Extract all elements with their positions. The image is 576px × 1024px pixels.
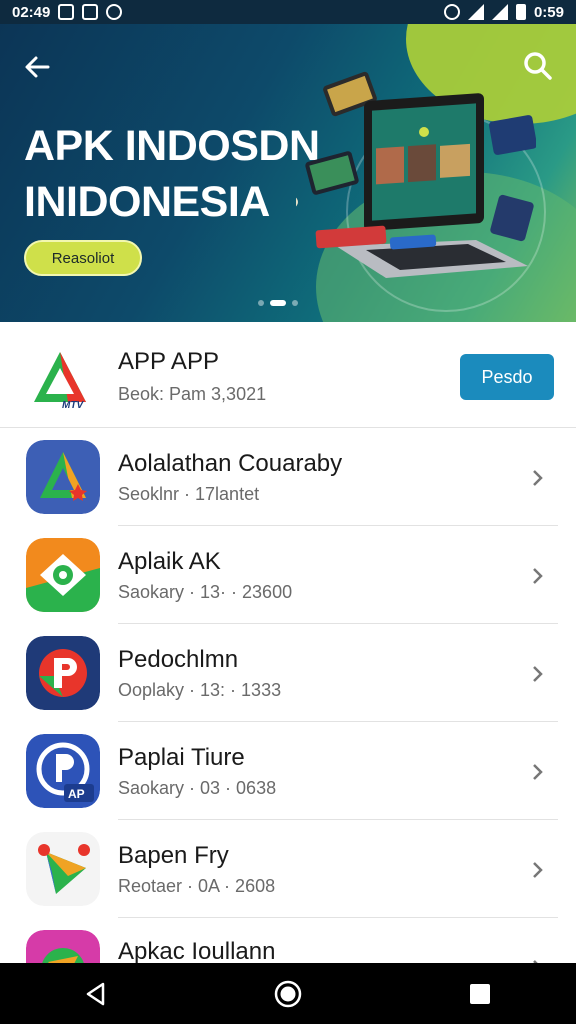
- battery-icon: [515, 4, 526, 20]
- back-arrow-icon[interactable]: [22, 52, 52, 82]
- nav-home-button[interactable]: [268, 974, 308, 1014]
- chevron-right-icon: [533, 568, 543, 584]
- chevron-right-icon: [533, 666, 543, 682]
- chevron-right-icon: [533, 764, 543, 780]
- install-button[interactable]: Pesdo: [460, 354, 554, 400]
- list-item[interactable]: AP Paplai Tiure Saokary · 03 · 0638: [0, 722, 576, 820]
- app-icon: [26, 832, 100, 906]
- wifi-icon: [467, 4, 484, 20]
- signal-icon: [491, 4, 508, 20]
- list-item[interactable]: Pedochlmn Ooplaky · 13: · 1333: [0, 624, 576, 722]
- notification-icon: [58, 4, 75, 20]
- nav-recents-button[interactable]: [460, 974, 500, 1014]
- status-time-right: 0:59: [533, 3, 564, 21]
- hero-title-line1: APK INDOSDN: [24, 122, 320, 170]
- notification-icon-2: [82, 4, 99, 20]
- status-bar: 02:49 0:59: [0, 0, 576, 24]
- notification-icon-3: [106, 4, 123, 20]
- svg-text:AP: AP: [68, 787, 85, 801]
- list-item-subtitle: Saokary · 03 · 0638: [118, 778, 277, 798]
- laptop-illustration: [296, 71, 536, 278]
- hero-cta-button[interactable]: Reasoliot: [24, 240, 142, 276]
- status-time-left: 02:49: [12, 3, 51, 21]
- list-item-title: Paplai Tiure: [118, 744, 245, 771]
- carousel-dot[interactable]: [258, 300, 264, 306]
- carousel-dot-active[interactable]: [270, 300, 286, 306]
- nav-back-button[interactable]: [76, 974, 116, 1014]
- featured-app-row[interactable]: MTV APP APP Beok: Pam 3,3021 Pesdo: [0, 322, 576, 428]
- list-item[interactable]: Bapen Fry Reotaer · 0A · 2608: [0, 820, 576, 918]
- list-item-title: Bapen Fry: [118, 842, 229, 869]
- carousel-dots[interactable]: [258, 300, 298, 306]
- back-triangle-icon: [86, 982, 105, 1005]
- chevron-right-icon: [533, 862, 543, 878]
- app-icon: [26, 538, 100, 612]
- list-item-subtitle: Saokary · 13· · 23600: [118, 582, 293, 602]
- carousel-dot[interactable]: [292, 300, 298, 306]
- list-item-title: Aolalathan Couaraby: [118, 450, 343, 477]
- list-item-subtitle: Seoklnr · 17lantet: [118, 484, 260, 504]
- app-icon: [26, 636, 100, 710]
- system-nav-bar: [0, 963, 576, 1024]
- app-icon-featured: MTV: [24, 342, 98, 416]
- svg-text:MTV: MTV: [62, 400, 84, 411]
- hero-title-line2: INIDONESIA: [24, 178, 270, 226]
- featured-app-subtitle: Beok: Pam 3,3021: [118, 384, 267, 404]
- hero-title: APK INDOSDN INIDONESIA: [24, 118, 320, 230]
- list-item[interactable]: Aolalathan Couaraby Seoklnr · 17lantet: [0, 428, 576, 526]
- list-item-title: Aplaik AK: [118, 548, 221, 575]
- app-icon: AP: [26, 734, 100, 808]
- list-item-title: Apkac Ioullann: [118, 938, 276, 965]
- location-icon: [443, 4, 460, 20]
- chevron-right-icon: [533, 470, 543, 486]
- list-item-subtitle: Reotaer · 0A · 2608: [118, 876, 276, 896]
- list-item-title: Pedochlmn: [118, 646, 239, 673]
- home-circle-icon: [274, 980, 302, 1007]
- list-item-subtitle: Ooplaky · 13: · 1333: [118, 680, 282, 700]
- list-item[interactable]: Aplaik AK Saokary · 13· · 23600: [0, 526, 576, 624]
- hero-banner[interactable]: APK INDOSDN INIDONESIA Reasoliot: [0, 24, 576, 322]
- recents-square-icon: [470, 983, 490, 1004]
- app-icon: [26, 440, 100, 514]
- featured-app-title: APP APP: [118, 348, 219, 375]
